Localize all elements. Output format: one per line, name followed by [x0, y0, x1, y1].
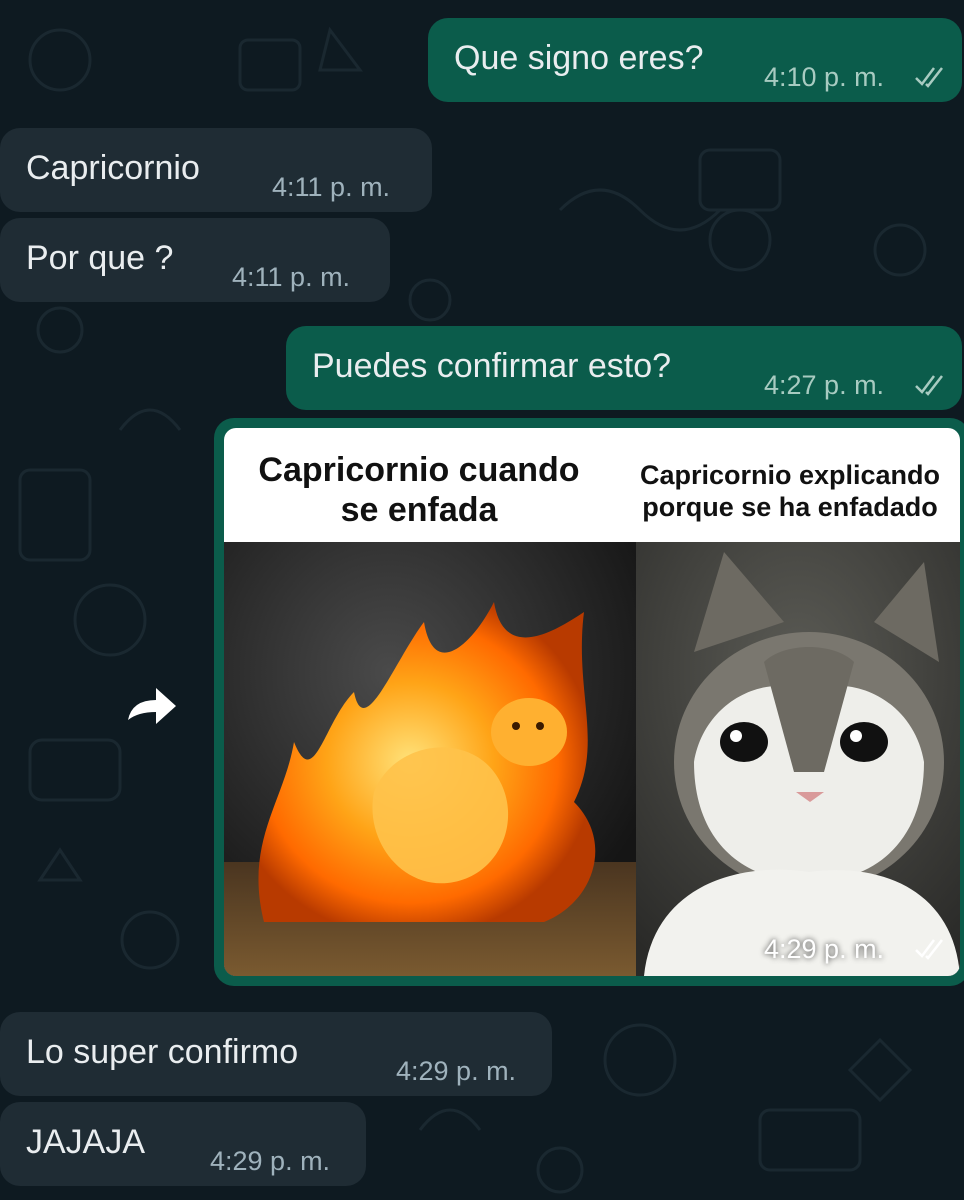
- message-bubble-outgoing[interactable]: Que signo eres? 4:10 p. m.: [428, 18, 962, 102]
- message-bubble-incoming[interactable]: Por que ? 4:11 p. m.: [0, 218, 390, 302]
- message-text: Capricornio: [26, 149, 200, 187]
- message-text: Puedes confirmar esto?: [312, 347, 672, 385]
- message-bubble-incoming[interactable]: Capricornio 4:11 p. m.: [0, 128, 432, 212]
- meme-caption-right: Capricornio explicando porque se ha enfa…: [639, 460, 941, 522]
- message-time: 4:11 p. m.: [272, 172, 391, 202]
- message-time: 4:29 p. m.: [396, 1056, 517, 1086]
- message-text: Por que ?: [26, 239, 174, 277]
- image-message-bubble[interactable]: Capricornio cuando se enfada Capricornio…: [214, 418, 964, 986]
- meme-image[interactable]: Capricornio cuando se enfada Capricornio…: [224, 428, 960, 976]
- meme-caption-left: Capricornio cuando se enfada: [258, 451, 580, 530]
- message-bubble-incoming[interactable]: JAJAJA 4:29 p. m.: [0, 1102, 366, 1186]
- message-time: 4:10 p. m.: [764, 62, 885, 92]
- message-text: JAJAJA: [26, 1123, 146, 1161]
- message-bubble-incoming[interactable]: Lo super confirmo 4:29 p. m.: [0, 1012, 552, 1096]
- message-text: Lo super confirmo: [26, 1033, 299, 1071]
- message-time: 4:29 p. m.: [210, 1146, 331, 1176]
- message-time: 4:29 p. m.: [764, 934, 885, 964]
- message-time: 4:11 p. m.: [232, 262, 351, 292]
- forward-arrow-icon[interactable]: [124, 684, 180, 724]
- meme-picture: [224, 542, 960, 976]
- double-check-icon: [915, 939, 943, 960]
- message-bubble-outgoing[interactable]: Puedes confirmar esto? 4:27 p. m.: [286, 326, 962, 410]
- double-check-icon: [915, 375, 943, 396]
- message-time: 4:27 p. m.: [764, 370, 885, 400]
- double-check-icon: [915, 67, 943, 88]
- message-text: Que signo eres?: [454, 39, 704, 77]
